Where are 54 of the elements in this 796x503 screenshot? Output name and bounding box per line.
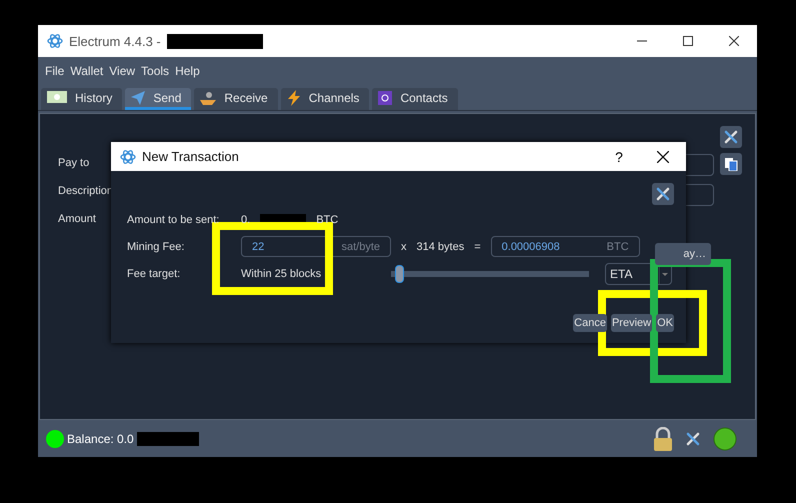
tools-button[interactable] xyxy=(652,183,674,205)
fee-target-text: Within 25 blocks xyxy=(241,268,322,280)
fee-rate-field[interactable]: 22 sat/byte xyxy=(241,236,391,257)
fee-mode-dropdown[interactable]: ETA xyxy=(605,262,672,284)
form-label: Description xyxy=(58,185,114,197)
help-button[interactable]: ? xyxy=(604,148,634,166)
paper-plane-icon xyxy=(131,90,146,104)
menu-item[interactable]: Wallet xyxy=(70,64,104,78)
tools-icon xyxy=(723,129,739,145)
menu-item[interactable]: File xyxy=(45,64,64,78)
atom-logo-icon xyxy=(120,148,136,164)
redaction-block xyxy=(136,432,199,446)
lightning-icon xyxy=(286,90,301,106)
fee-amount-field[interactable]: 0.00006908 BTC xyxy=(490,236,640,257)
tab[interactable]: Channels xyxy=(280,88,370,110)
dialog-button[interactable]: Cance xyxy=(573,314,607,332)
paste-button[interactable] xyxy=(720,153,742,175)
menu-item[interactable]: Tools xyxy=(141,64,170,78)
form-label: Pay to xyxy=(58,157,90,169)
menu-item[interactable]: View xyxy=(109,64,136,78)
documents-icon xyxy=(724,157,738,171)
slider-thumb[interactable] xyxy=(394,264,404,282)
maximize-icon xyxy=(683,36,693,46)
tools-icon xyxy=(685,430,701,446)
fee-slider-track[interactable] xyxy=(391,264,589,282)
close-icon xyxy=(657,150,669,162)
tab[interactable]: History xyxy=(41,88,122,110)
banknote-icon xyxy=(47,90,67,104)
dialog-button[interactable]: OK xyxy=(656,314,674,332)
status-dot xyxy=(46,430,64,448)
padlock-icon[interactable] xyxy=(653,426,673,450)
dialog-button[interactable]: Preview xyxy=(610,314,652,332)
close-icon xyxy=(729,36,739,46)
tab[interactable]: Contacts xyxy=(372,88,458,110)
atom-logo-icon xyxy=(47,33,63,49)
multiply-sign: x xyxy=(401,240,406,252)
balance-text: Balance: 0.0 xyxy=(67,432,134,446)
size-text: 314 bytes xyxy=(416,240,464,252)
pay-button[interactable]: ay… xyxy=(655,243,711,265)
field-label: Amount to be sent: xyxy=(127,214,220,226)
field-label: Mining Fee: xyxy=(127,240,186,252)
dialog-title: New Transaction xyxy=(142,149,239,164)
at-sign-icon xyxy=(378,90,392,104)
tab[interactable]: Send xyxy=(125,88,192,110)
menu-item[interactable]: Help xyxy=(175,64,200,78)
window-title: Electrum 4.4.3 - xyxy=(69,34,161,48)
form-label: Amount xyxy=(58,213,96,225)
tab[interactable]: Receive xyxy=(194,88,278,110)
hand-coin-icon xyxy=(200,90,216,104)
network-status-icon[interactable] xyxy=(713,426,737,450)
equals-sign: = xyxy=(474,240,481,252)
field-label: Fee target: xyxy=(127,268,182,280)
tools-icon xyxy=(655,186,671,202)
tools-button[interactable] xyxy=(720,126,742,148)
